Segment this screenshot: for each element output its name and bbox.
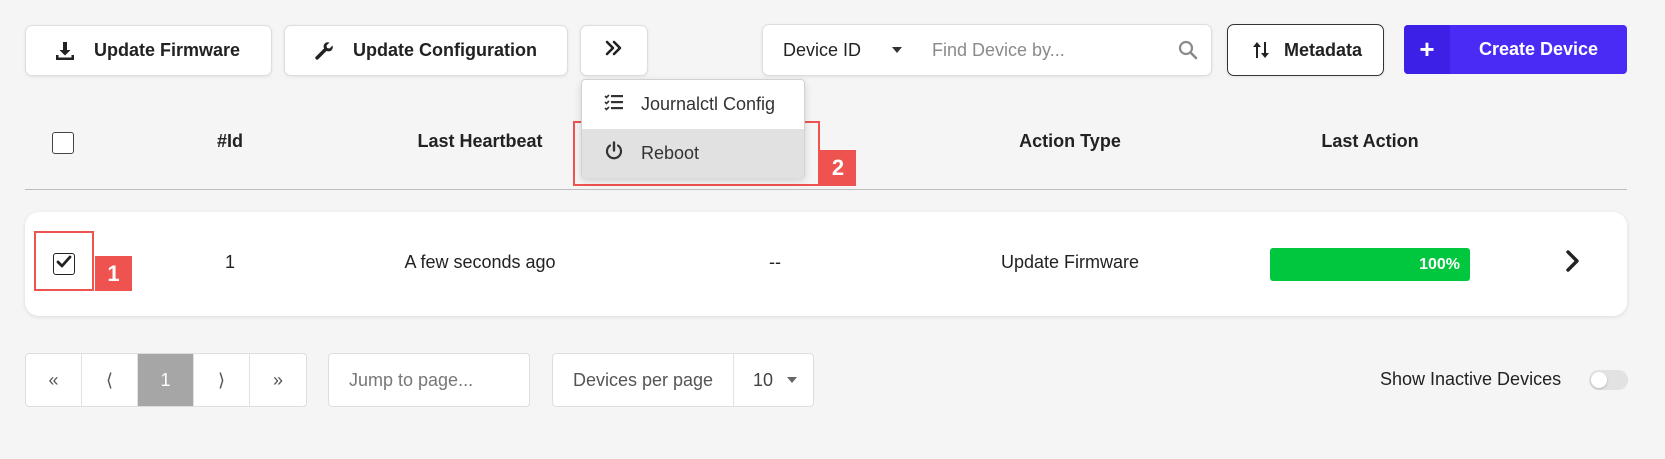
annotation-tag-1: 1 [95, 256, 132, 291]
download-icon [54, 40, 76, 62]
column-header-id[interactable]: #Id [200, 131, 260, 152]
search-icon[interactable] [1164, 40, 1211, 60]
progress-fill: 100% [1270, 248, 1470, 281]
cell-id: 1 [224, 252, 235, 272]
column-header-last-action[interactable]: Last Action [1290, 131, 1450, 152]
more-actions-button[interactable] [580, 25, 648, 76]
more-actions-menu: Journalctl Config Reboot [581, 79, 805, 178]
last-page-button[interactable]: » [250, 354, 306, 406]
search-field-select[interactable]: Device ID [763, 25, 924, 75]
pagination: « ⟨ 1 ⟩ » [25, 353, 307, 407]
show-inactive-label: Show Inactive Devices [1380, 369, 1562, 389]
device-search: Device ID [762, 24, 1212, 76]
column-header-last-heartbeat[interactable]: Last Heartbeat [400, 131, 560, 152]
update-configuration-label: Update Configuration [353, 40, 537, 60]
wrench-icon [313, 40, 335, 62]
column-header-action-type[interactable]: Action Type [990, 131, 1150, 152]
create-device-button[interactable]: + Create Device [1404, 25, 1627, 74]
row-select-checkbox[interactable] [53, 253, 75, 275]
sort-arrows-icon [1250, 39, 1272, 61]
previous-page-button[interactable]: ⟨ [82, 354, 138, 406]
per-page-value: 10 [753, 369, 774, 390]
annotation-tag-2: 2 [820, 150, 856, 186]
checkmark-icon [56, 255, 72, 274]
current-page-button[interactable]: 1 [138, 354, 194, 406]
cell-action-type: Update Firmware [1000, 252, 1140, 272]
search-input[interactable] [924, 25, 1164, 75]
first-page-button[interactable]: « [26, 354, 82, 406]
create-device-label: Create Device [1478, 39, 1599, 59]
jump-to-page-input[interactable] [329, 354, 581, 406]
search-field-select-value: Device ID [783, 39, 862, 60]
devices-per-page: Devices per page 10 [552, 353, 814, 407]
jump-to-page [328, 353, 601, 407]
caret-down-icon [892, 47, 902, 53]
progress-label: 100% [1419, 255, 1460, 273]
select-all-checkbox[interactable] [52, 132, 74, 154]
next-page-button[interactable]: ⟩ [194, 354, 250, 406]
update-firmware-button[interactable]: Update Firmware [25, 25, 272, 76]
update-configuration-button[interactable]: Update Configuration [284, 25, 568, 76]
cell-last-heartbeat: A few seconds ago [404, 252, 556, 272]
chevron-right-icon[interactable] [1565, 249, 1581, 278]
caret-down-icon [787, 377, 798, 383]
menu-item-label: Journalctl Config [641, 94, 776, 114]
list-icon [604, 93, 624, 116]
menu-item-journalctl-config[interactable]: Journalctl Config [582, 80, 804, 129]
metadata-label: Metadata [1284, 39, 1363, 60]
update-firmware-label: Update Firmware [94, 40, 241, 60]
plus-icon: + [1404, 25, 1450, 74]
per-page-select[interactable]: 10 [734, 370, 813, 391]
show-inactive-toggle[interactable] [1589, 370, 1628, 390]
per-page-label: Devices per page [553, 354, 734, 406]
metadata-button[interactable]: Metadata [1227, 24, 1384, 76]
double-chevron-right-icon [605, 40, 623, 61]
last-action-progress: 100% [1270, 248, 1470, 281]
cell-status: -- [769, 252, 781, 272]
menu-item-reboot[interactable]: Reboot [582, 129, 804, 178]
header-divider [25, 189, 1627, 190]
menu-item-label: Reboot [641, 143, 700, 163]
power-icon [604, 141, 624, 166]
toggle-knob [1591, 372, 1607, 388]
